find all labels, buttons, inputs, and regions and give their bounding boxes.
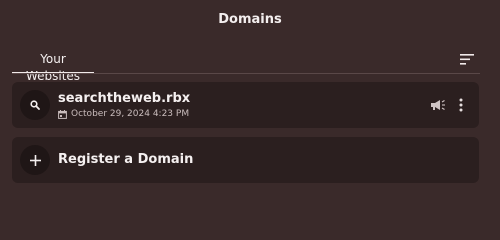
megaphone-icon: [431, 100, 445, 110]
more-options-button[interactable]: [455, 96, 467, 114]
more-vertical-icon: [459, 98, 463, 112]
promote-button[interactable]: [429, 98, 447, 112]
sort-lines-icon: [460, 53, 474, 65]
search-icon: [30, 100, 40, 110]
tab-your-websites[interactable]: Your Websites: [12, 51, 94, 83]
register-domain-card[interactable]: Register a Domain: [12, 137, 479, 183]
plus-icon: [29, 154, 41, 166]
site-date: October 29, 2024 4:23 PM: [71, 109, 190, 119]
site-icon-circle: [20, 90, 50, 120]
site-name[interactable]: searchtheweb.rbx: [58, 91, 190, 106]
page-title: Domains: [218, 12, 282, 27]
register-domain-label: Register a Domain: [58, 152, 194, 167]
sort-button[interactable]: [458, 51, 476, 67]
tabs-divider: [12, 73, 480, 74]
website-card[interactable]: searchtheweb.rbx October 29, 2024 4:23 P…: [12, 82, 479, 128]
calendar-icon: [58, 109, 67, 119]
register-icon-circle: [20, 145, 50, 175]
site-date-row: October 29, 2024 4:23 PM: [58, 109, 189, 119]
